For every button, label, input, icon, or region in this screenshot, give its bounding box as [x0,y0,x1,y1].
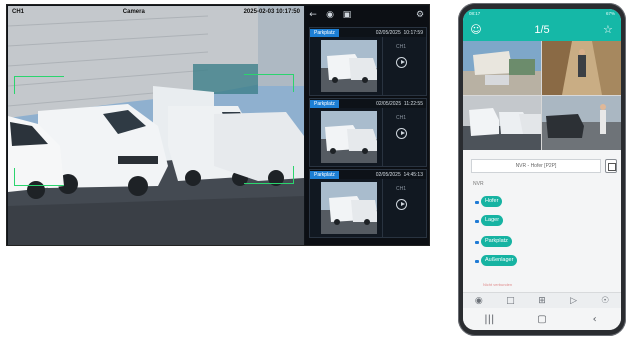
channel-chip-parkplatz[interactable]: Parkplatz [481,236,512,247]
thumbnail-image [321,111,377,163]
event-channel: CH1 [396,115,407,121]
live-view[interactable]: CH1 Camera 2025-02-03 10:17:50 [8,6,304,245]
device-list-icon[interactable] [605,159,617,173]
event-date: 02/05/2025 [375,29,401,36]
image-icon[interactable]: ▣ [342,10,352,20]
event-channel: CH1 [396,186,407,192]
live-scene [8,6,304,245]
event-tag: Parkplatz [310,99,339,108]
live-overlay-bar: CH1 Camera 2025-02-03 10:17:50 [8,6,304,17]
camera-tile[interactable] [463,41,541,95]
event-time: 10:17:59 [403,29,423,36]
detection-box-corner [14,76,64,94]
camera-icon[interactable]: ◉ [472,296,486,306]
status-battery: 67% [605,11,615,16]
event-tag: Parkplatz [310,170,339,179]
android-nav-bar: ||| ▢ ‹ [463,308,621,330]
live-channel-label: CH1 [12,8,25,15]
detection-box-corner [14,168,64,186]
detection-box-corner [244,74,294,92]
user-icon[interactable]: ☺ [469,23,483,36]
detection-box-corner [244,166,294,184]
microphone-icon[interactable]: ☉ [598,296,612,306]
camera-tile-image [542,96,621,150]
thumbnail-image [321,182,377,234]
event-timestamp: 02/05/2025 11:22:55 [376,101,426,107]
screenshot-root: CH1 Camera 2025-02-03 10:17:50 ← ◉ ▣ ⚙ P… [0,0,631,339]
page-indicator: 1/5 [534,23,550,36]
live-datetime: 2025-02-03 10:17:50 [243,8,300,15]
camera-tile[interactable] [542,41,621,95]
event-timestamp: 02/05/2025 14:45:13 [376,172,426,178]
smartphone: 08:17 67% ☺ 1/5 ☆ NVR - Hofer [P2P] NVR … [458,3,626,336]
camera-tile-image [542,41,621,95]
camera-tile[interactable] [463,96,541,150]
star-icon[interactable]: ☆ [601,23,615,36]
live-camera-name: Camera [122,8,145,15]
event-thumbnail[interactable] [321,111,377,163]
nvr-group-label[interactable]: NVR [473,181,484,187]
event-time: 11:22:55 [403,100,423,107]
speaker-icon[interactable]: ▷ [567,296,581,306]
disabled-item-label: Nicht verbunden [483,282,513,287]
channel-chip-hofer[interactable]: Hofer [481,196,503,207]
status-time: 08:17 [469,11,481,16]
play-icon[interactable] [396,199,407,210]
recent-apps-icon[interactable]: ||| [481,314,497,325]
play-icon[interactable] [396,57,407,68]
event-channel: CH1 [396,44,407,50]
channel-chip-aussenlager[interactable]: Außenlager [481,255,518,266]
event-card[interactable]: Parkplatz 02/05/2025 10:17:59 CH1 [309,27,427,96]
phone-screen: 08:17 67% ☺ 1/5 ☆ NVR - Hofer [P2P] NVR … [463,9,621,330]
event-card-header: Parkplatz 02/05/2025 10:17:59 [310,28,426,37]
event-sidebar: ← ◉ ▣ ⚙ Parkplatz 02/05/2025 10:17:59 CH… [305,6,429,245]
thumbnail-image [321,40,377,92]
folder-icon[interactable]: □ [503,296,517,306]
camera-grid [463,41,621,150]
event-card-header: Parkplatz 02/05/2025 11:22:55 [310,99,426,108]
channel-bullet-icon [475,260,479,263]
event-tag: Parkplatz [310,28,339,37]
home-icon[interactable]: ▢ [534,314,550,325]
channel-bullet-icon [475,201,479,204]
gear-icon[interactable]: ⚙ [415,10,425,20]
bottom-toolbar: ◉ □ ⊞ ▷ ☉ [463,292,621,308]
app-header: ☺ 1/5 ☆ [463,18,621,41]
device-selector[interactable]: NVR - Hofer [P2P] [471,159,601,173]
eye-icon[interactable]: ◉ [325,10,335,20]
channel-chip-lager[interactable]: Lager [481,215,504,226]
camera-tile[interactable] [542,96,621,150]
event-thumbnail[interactable] [321,182,377,234]
camera-tile-image [463,96,541,150]
play-icon[interactable] [396,128,407,139]
camera-tile-image [463,41,541,95]
event-card-header: Parkplatz 02/05/2025 14:45:13 [310,170,426,179]
event-timestamp: 02/05/2025 10:17:59 [376,30,426,36]
event-time: 14:45:13 [403,171,423,178]
card-divider [382,37,383,96]
card-divider [382,179,383,238]
nvr-client-window: CH1 Camera 2025-02-03 10:17:50 ← ◉ ▣ ⚙ P… [6,4,430,246]
back-icon[interactable]: ← [308,10,318,20]
back-icon[interactable]: ‹ [587,314,603,325]
event-card[interactable]: Parkplatz 02/05/2025 11:22:55 CH1 [309,98,427,167]
grid-icon[interactable]: ⊞ [535,296,549,306]
event-date: 02/05/2025 [375,171,401,178]
event-card[interactable]: Parkplatz 02/05/2025 14:45:13 CH1 [309,169,427,238]
channel-bullet-icon [475,220,479,223]
event-date: 02/05/2025 [376,100,402,107]
sidebar-toolbar: ← ◉ ▣ ⚙ [305,6,429,23]
status-bar: 08:17 67% [463,9,621,18]
event-thumbnail[interactable] [321,40,377,92]
card-divider [382,108,383,167]
channel-bullet-icon [475,241,479,244]
